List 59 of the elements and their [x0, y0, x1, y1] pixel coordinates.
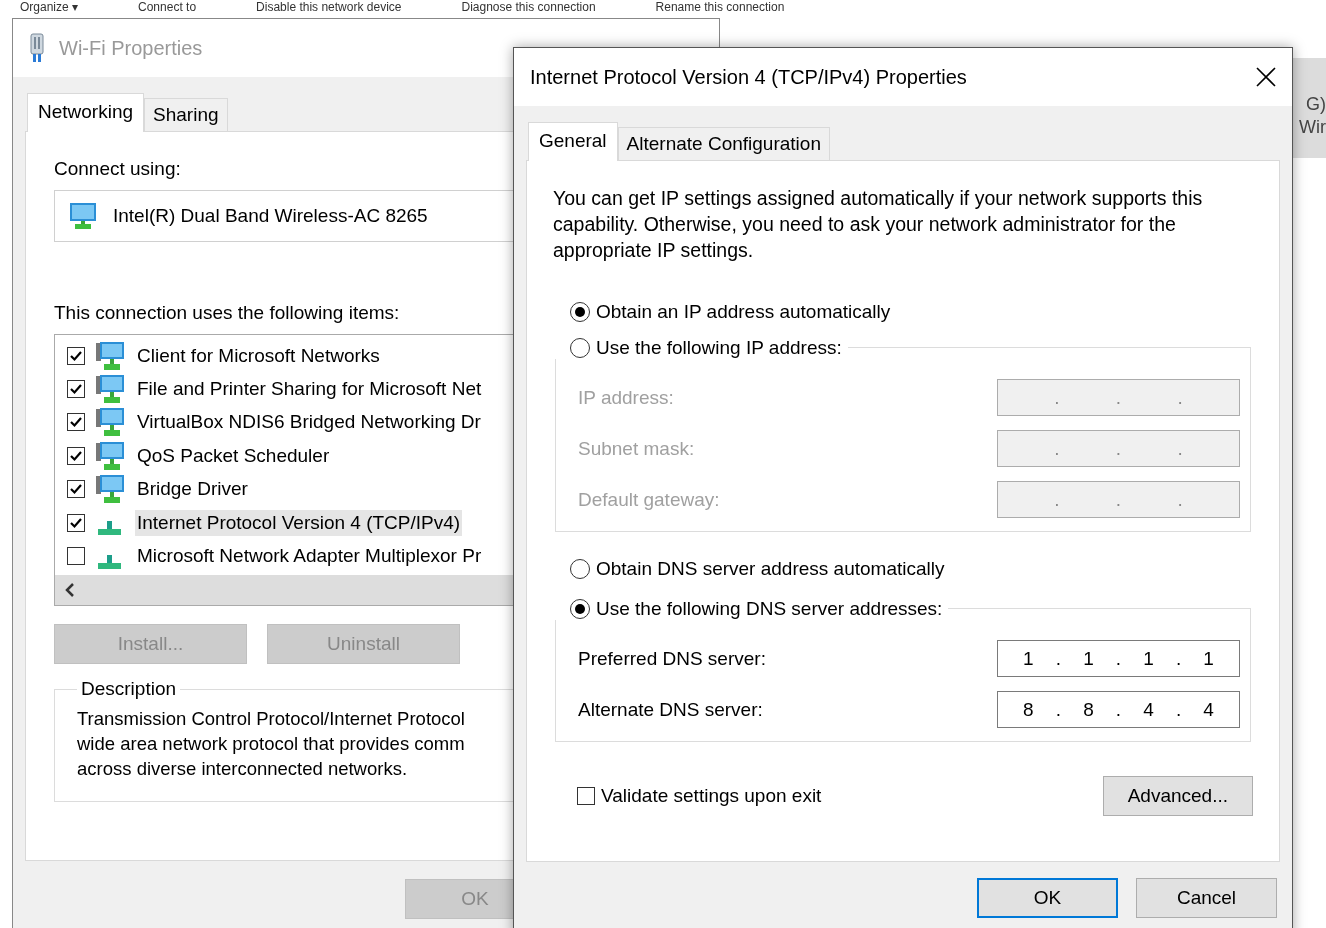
- items-label: This connection uses the following items:: [54, 302, 401, 324]
- ip-address-field[interactable]: 1 . 1 . 1 . 1: [997, 640, 1240, 677]
- tab[interactable]: Networking: [27, 93, 145, 132]
- network-computer-icon: [95, 340, 125, 371]
- checkbox[interactable]: [67, 346, 85, 365]
- network-computer-icon: [95, 407, 125, 438]
- list-item[interactable]: QoS Packet Scheduler: [135, 442, 332, 469]
- window-text: Wir: [1299, 117, 1326, 138]
- checkbox[interactable]: [577, 787, 595, 805]
- radio-button[interactable]: Obtain DNS server address automatically: [570, 558, 1253, 580]
- checkbox-label: Validate settings upon exit: [601, 785, 822, 807]
- network-computer-icon: [95, 474, 125, 505]
- radio-button[interactable]: Obtain an IP address automatically: [570, 301, 1253, 323]
- ip-address-field[interactable]: 8 . 8 . 4 . 4: [997, 691, 1240, 728]
- network-adapter-icon: [29, 33, 45, 63]
- list-item[interactable]: Bridge Driver: [135, 476, 250, 503]
- radio-circle[interactable]: [570, 302, 590, 322]
- radio-button[interactable]: Use the following DNS server addresses:: [570, 598, 943, 620]
- toolbar-button[interactable]: Organize ▾: [20, 0, 79, 14]
- toolbar-button[interactable]: Diagnose this connection: [461, 0, 596, 14]
- close-icon[interactable]: [1256, 67, 1276, 87]
- field-label: Preferred DNS server:: [578, 647, 766, 670]
- checkbox[interactable]: [67, 413, 85, 432]
- scroll-left-icon[interactable]: [65, 583, 75, 597]
- field-label: Default gateway:: [578, 488, 720, 511]
- network-computer-icon: [95, 374, 125, 405]
- field-label: IP address:: [578, 386, 674, 409]
- window-text: G): [1306, 94, 1326, 115]
- description-text: Transmission Control Protocol/Internet Protocol wide area network protocol that provides comm across diverse interconnected networks.: [77, 707, 466, 781]
- toolbar-button[interactable]: Connect to: [138, 0, 197, 14]
- toolbar-button[interactable]: Rename this connection: [655, 0, 785, 14]
- tab[interactable]: Alternate Configuration: [617, 127, 830, 160]
- radio-circle[interactable]: [570, 559, 590, 579]
- list-item[interactable]: Internet Protocol Version 4 (TCP/IPv4): [135, 509, 463, 536]
- network-computer-icon: [95, 440, 125, 471]
- advanced-button[interactable]: Advanced...: [1102, 776, 1253, 816]
- checkbox[interactable]: [67, 513, 85, 532]
- toolbar-button[interactable]: Disable this network device: [256, 0, 402, 14]
- radio-circle[interactable]: [570, 338, 590, 358]
- cancel-button[interactable]: Cancel: [1136, 878, 1277, 918]
- ok-button[interactable]: OK: [977, 878, 1118, 918]
- window-title: Wi-Fi Properties: [59, 36, 203, 60]
- tab[interactable]: Sharing: [144, 98, 228, 131]
- checkbox[interactable]: [67, 380, 85, 399]
- field-label: Subnet mask:: [578, 437, 695, 460]
- list-item[interactable]: File and Printer Sharing for Microsoft Net: [135, 376, 484, 403]
- radio-circle[interactable]: [570, 599, 590, 619]
- radio-button[interactable]: Use the following IP address:: [570, 337, 842, 359]
- checkbox[interactable]: [67, 446, 85, 465]
- group-title: Description: [80, 678, 178, 700]
- list-item[interactable]: VirtualBox NDIS6 Bridged Networking Dr: [135, 409, 483, 436]
- field-label: Alternate DNS server:: [578, 698, 763, 721]
- list-item[interactable]: Client for Microsoft Networks: [135, 342, 382, 369]
- list-item[interactable]: Microsoft Network Adapter Multiplexor Pr: [135, 543, 484, 570]
- connect-using-label: Connect using:: [54, 158, 182, 180]
- checkbox[interactable]: [67, 480, 85, 499]
- dialog-title: Internet Protocol Version 4 (TCP/IPv4) Properties: [530, 65, 967, 89]
- checkbox[interactable]: [67, 547, 85, 566]
- tab[interactable]: General: [528, 122, 618, 161]
